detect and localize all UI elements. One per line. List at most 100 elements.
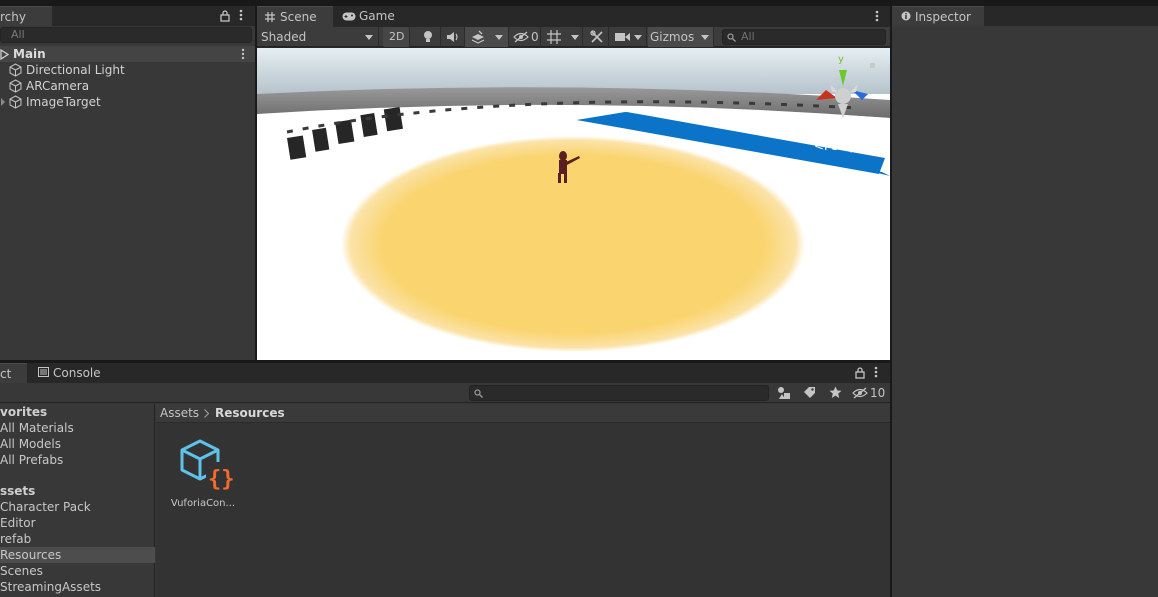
tab-inspector-label: Inspector [915,10,971,24]
tab-scene[interactable]: Scene [257,6,333,27]
orientation-gizmo[interactable]: y [810,54,876,124]
more-options-icon[interactable] [875,10,879,22]
scene-tab-bar: Scene Game [257,6,890,27]
folder-item-selected[interactable]: Resources [0,547,155,563]
breadcrumb: Assets Resources [156,404,890,423]
project-folder-tree: vorites All Materials All Models All Pre… [0,404,155,597]
info-icon [901,11,911,21]
hidden-packages-count: 10 [870,386,886,400]
grid-snapping-dropdown[interactable] [543,27,583,47]
video-camera-icon [615,32,630,42]
gameobject-cube-icon [9,95,22,109]
hidden-objects-toggle[interactable]: 0 [509,27,541,47]
vuforia-config-asset-icon: {} [176,438,236,494]
camera-settings-dropdown[interactable] [611,27,647,47]
folder-item-label: StreamingAssets [0,580,102,594]
inspector-panel: Inspector [892,6,1158,597]
folder-item-label: refab [0,532,32,546]
grid-hash-icon [265,12,275,22]
favorites-item[interactable]: All Prefabs [0,452,155,468]
scene-search-input[interactable]: All [722,29,886,45]
project-tab-bar: ct Console [0,363,890,383]
breadcrumb-assets[interactable]: Assets [160,406,199,420]
tab-project-label: ct [0,367,12,381]
more-options-icon[interactable] [874,366,878,378]
hierarchy-search-input[interactable]: All [0,27,252,43]
dropdown-arrow-icon [365,35,373,40]
hierarchy-item-imagetarget[interactable]: ImageTarget [0,94,255,110]
toggle-2d-button[interactable]: 2D [383,27,410,47]
scene-menu-icon[interactable] [241,48,245,60]
assets-header-label: ssets [0,484,36,498]
gizmos-label: Gizmos [650,30,695,44]
expand-arrow-icon[interactable] [0,98,6,106]
hierarchy-tab[interactable]: rchy [0,6,52,26]
tab-project[interactable]: ct [0,363,27,383]
dropdown-arrow-icon [634,35,642,40]
eye-hidden-icon [852,387,868,399]
assets-header[interactable]: ssets [0,483,155,499]
console-list-icon [38,367,49,377]
project-search-input[interactable] [469,385,769,401]
speaker-icon [446,31,460,43]
label-tag-icon[interactable] [803,386,816,399]
scene-toolbar: Shaded 2D 0 Gizmos All [257,27,890,47]
favorite-star-icon[interactable] [829,386,842,399]
folder-item-label: Scenes [0,564,43,578]
effects-dropdown[interactable] [465,27,509,47]
eye-hidden-icon [513,31,529,43]
folder-item[interactable]: StreamingAssets [0,579,155,595]
scene-view-panel: Scene Game Shaded 2D 0 Gizmos All y < Pe… [257,6,890,360]
scene-name: Main [13,47,46,61]
hidden-count: 0 [531,30,539,44]
tools-button[interactable] [585,27,609,47]
grid-icon [547,30,561,44]
hierarchy-tab-label: rchy [0,10,26,24]
tab-console[interactable]: Console [30,363,110,383]
hierarchy-item-directional-light[interactable]: Directional Light [0,62,255,78]
favorites-item[interactable]: All Models [0,436,155,452]
audio-toggle[interactable] [441,27,465,47]
project-panel: ct Console 10 vorites All Materials All … [0,363,890,597]
projection-label: Persp [824,139,857,153]
shading-mode-dropdown[interactable]: Shaded [257,27,379,47]
folder-item[interactable]: Editor [0,515,155,531]
gameobject-cube-icon [9,79,22,93]
gameobject-cube-icon [9,63,22,77]
tab-game[interactable]: Game [335,6,397,27]
search-icon [727,33,736,42]
folder-item[interactable]: Character Pack [0,499,155,515]
favorites-header[interactable]: vorites [0,404,155,420]
dropdown-arrow-icon [571,35,579,40]
breadcrumb-resources[interactable]: Resources [215,406,285,420]
lock-icon[interactable] [219,9,231,22]
search-by-type-icon[interactable] [777,386,791,400]
scene-viewport[interactable]: . y [257,48,890,360]
hierarchy-item-label: Directional Light [26,63,125,77]
hierarchy-item-arcamera[interactable]: ARCamera [0,78,255,94]
tab-inspector[interactable]: Inspector [892,6,984,26]
hidden-packages-toggle[interactable]: 10 [852,384,888,402]
lighting-toggle[interactable] [416,27,441,47]
svg-text:{}: {} [208,467,235,492]
more-options-icon[interactable] [239,9,243,21]
folder-item[interactable]: Scenes [0,563,155,579]
scene-root-row[interactable]: Main [0,46,255,62]
wrench-tools-icon [590,30,604,44]
favorites-item[interactable]: All Materials [0,420,155,436]
folder-item-label: Resources [0,548,62,562]
lock-icon[interactable] [854,366,866,379]
folder-item-label: Editor [0,516,36,530]
search-icon [474,389,483,398]
asset-item-label: VuforiaCon... [170,498,236,509]
folder-item[interactable]: refab [0,531,155,547]
gizmos-dropdown[interactable]: Gizmos [648,27,714,47]
breadcrumb-chevron-icon [204,409,209,418]
asset-item[interactable]: {} VuforiaCon... [168,434,240,514]
hierarchy-item-label: ImageTarget [26,95,101,109]
tab-console-label: Console [53,366,101,380]
effects-layers-icon [470,30,486,44]
project-toolbar: 10 [0,383,890,403]
favorites-item-label: All Models [0,437,61,451]
hierarchy-panel: rchy All Main Directional Light ARCamera [0,6,255,360]
